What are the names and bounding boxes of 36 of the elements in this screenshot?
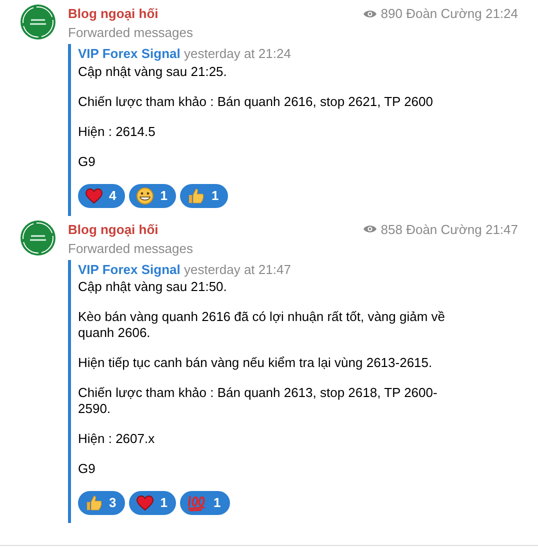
hundred-points-icon (187, 494, 208, 512)
forward-source[interactable]: VIP Forex Signal (78, 46, 180, 61)
channel-name[interactable]: Blog ngoại hối (68, 220, 158, 238)
eye-icon (362, 8, 377, 18)
message-text: G9 (78, 154, 96, 170)
forward-source[interactable]: VIP Forex Signal (78, 262, 180, 276)
message-meta: 890 Đoàn Cường 21:24 (380, 5, 518, 23)
channel-logo-icon (20, 4, 56, 40)
message-text: Hiện tiếp tục canh bán vàng nếu kiểm tra lại vùng 2613-2615. (78, 355, 434, 371)
heart-icon (136, 495, 154, 511)
message-text: Kèo bán vàng quanh 2616 đã có lợi nhuận rất tốt, vàng giảm về quanh 2606. (78, 309, 446, 341)
forward-time: yesterday at 21:47 (184, 262, 291, 276)
eye-icon (362, 224, 377, 234)
message-text: Cập nhật vàng sau 21:25. (78, 64, 228, 80)
message-text: Chiến lược tham khảo : Bán quanh 2613, stop 2618, TP 2600-2590. (78, 385, 438, 417)
forward-time: yesterday at 21:24 (184, 46, 291, 61)
reaction-button[interactable]: 1 (129, 184, 176, 208)
message-meta: 858 Đoàn Cường 21:47 (380, 220, 518, 238)
forwarded-label: Forwarded messages (68, 24, 194, 42)
forwarded-label: Forwarded messages (68, 240, 194, 258)
reaction-button[interactable]: 1 (180, 491, 230, 515)
reaction-button[interactable]: 1 (180, 184, 228, 208)
message-text: Chiến lược tham khảo : Bán quanh 2616, stop 2621, TP 2600 (78, 94, 434, 110)
message-text: G9 (78, 461, 96, 477)
reaction-button[interactable]: 3 (78, 491, 126, 515)
thumbs-up-icon (85, 494, 103, 512)
message-text: Cập nhật vàng sau 21:50. (78, 279, 228, 295)
channel-name[interactable]: Blog ngoại hối (68, 4, 158, 23)
reaction-button[interactable]: 1 (129, 491, 176, 515)
reaction-button[interactable]: 4 (78, 184, 126, 208)
grin-face-icon (136, 186, 154, 204)
message-text: Hiện : 2607.x (78, 431, 156, 447)
channel-logo-icon (20, 220, 56, 256)
heart-icon (85, 188, 103, 204)
message-text: Hiện : 2614.5 (78, 124, 156, 140)
thumbs-up-icon (187, 186, 206, 204)
